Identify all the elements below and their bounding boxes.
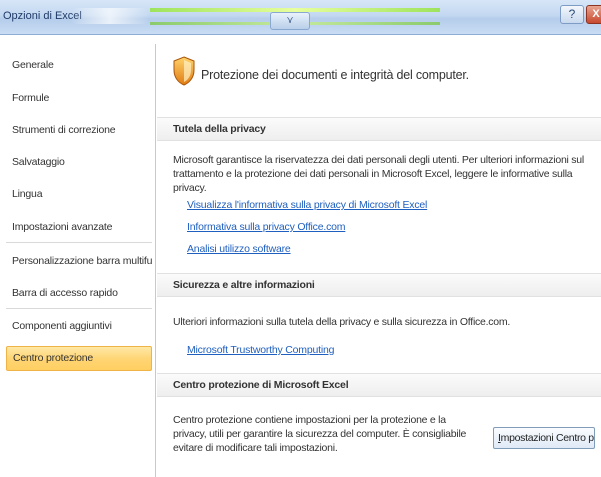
- section-header-trust-center: Centro protezione di Microsoft Excel: [157, 373, 601, 397]
- sidebar-item-strumenti-correzione[interactable]: Strumenti di correzione: [6, 119, 152, 141]
- sidebar-item-personalizzazione-barra[interactable]: Personalizzazione barra multifunzione: [6, 250, 152, 272]
- sidebar-divider: [6, 242, 152, 243]
- section-header-privacy: Tutela della privacy: [157, 117, 601, 141]
- trust-center-description: Centro protezione contiene impostazioni …: [173, 414, 467, 454]
- section-header-security: Sicurezza e altre informazioni: [157, 273, 601, 297]
- shield-icon: [173, 56, 195, 86]
- sidebar-item-lingua[interactable]: Lingua: [6, 183, 152, 205]
- close-icon[interactable]: X: [586, 5, 601, 24]
- security-description: Ulteriori informazioni sulla tutela dell…: [173, 316, 511, 328]
- title-bar: Opzioni di Excel ⋎ ? X: [0, 0, 601, 35]
- sidebar-item-componenti-aggiuntivi[interactable]: Componenti aggiuntivi: [6, 315, 152, 337]
- sidebar-item-barra-accesso-rapido[interactable]: Barra di accesso rapido: [6, 282, 152, 304]
- sidebar-item-generale[interactable]: Generale: [6, 54, 152, 76]
- trust-center-settings-label: mpostazioni Centro protezione...: [500, 432, 594, 444]
- sidebar-item-formule[interactable]: Formule: [6, 87, 152, 109]
- sidebar-divider: [6, 308, 152, 309]
- privacy-statement-link[interactable]: Visualizza l'informativa sulla privacy d…: [187, 199, 427, 211]
- trustworthy-computing-link[interactable]: Microsoft Trustworthy Computing: [187, 344, 334, 356]
- help-icon[interactable]: ?: [560, 5, 584, 24]
- sidebar-item-impostazioni-avanzate[interactable]: Impostazioni avanzate: [6, 216, 152, 238]
- page-title: Protezione dei documenti e integrità del…: [201, 68, 469, 82]
- software-analysis-link[interactable]: Analisi utilizzo software: [187, 243, 291, 255]
- trust-center-settings-button[interactable]: Impostazioni Centro protezione...: [493, 427, 595, 449]
- options-sidebar: Generale Formule Strumenti di correzione…: [0, 44, 156, 477]
- title-bar-decoration: [70, 8, 150, 24]
- privacy-description: Microsoft garantisce la riservatezza dei…: [173, 154, 584, 194]
- ribbon-expand-button[interactable]: ⋎: [270, 12, 310, 30]
- sidebar-item-salvataggio[interactable]: Salvataggio: [6, 151, 152, 173]
- options-content: Protezione dei documenti e integrità del…: [157, 44, 601, 477]
- office-privacy-link[interactable]: Informativa sulla privacy Office.com: [187, 221, 346, 233]
- sidebar-item-centro-protezione[interactable]: Centro protezione: [6, 346, 152, 371]
